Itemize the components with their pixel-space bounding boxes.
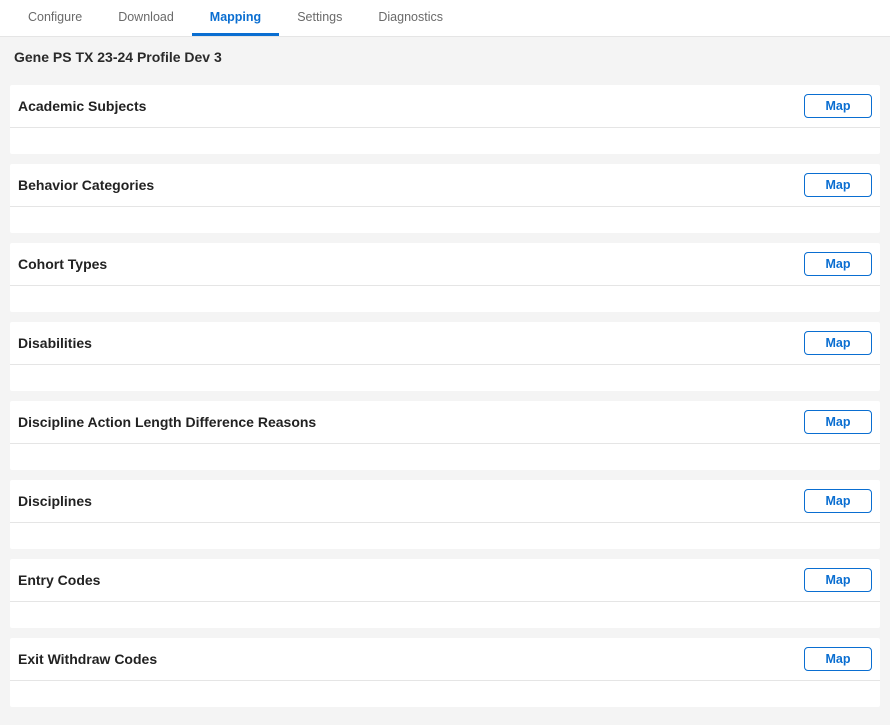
- map-button[interactable]: Map: [804, 94, 872, 118]
- section-title: Disciplines: [18, 493, 92, 509]
- section-title: Cohort Types: [18, 256, 107, 272]
- map-button[interactable]: Map: [804, 173, 872, 197]
- section-title: Disabilities: [18, 335, 92, 351]
- section-body: [10, 365, 880, 391]
- section-title: Academic Subjects: [18, 98, 146, 114]
- section-header: Disciplines Map: [10, 480, 880, 523]
- section-body: [10, 602, 880, 628]
- tab-settings[interactable]: Settings: [279, 0, 360, 36]
- section-body: [10, 523, 880, 549]
- section-body: [10, 681, 880, 707]
- section-academic-subjects: Academic Subjects Map: [10, 85, 880, 154]
- map-button[interactable]: Map: [804, 647, 872, 671]
- tab-bar: Configure Download Mapping Settings Diag…: [0, 0, 890, 37]
- section-behavior-categories: Behavior Categories Map: [10, 164, 880, 233]
- section-disabilities: Disabilities Map: [10, 322, 880, 391]
- section-title: Exit Withdraw Codes: [18, 651, 157, 667]
- section-body: [10, 444, 880, 470]
- section-entry-codes: Entry Codes Map: [10, 559, 880, 628]
- section-cohort-types: Cohort Types Map: [10, 243, 880, 312]
- map-button[interactable]: Map: [804, 568, 872, 592]
- section-header: Behavior Categories Map: [10, 164, 880, 207]
- section-title: Behavior Categories: [18, 177, 154, 193]
- tab-configure[interactable]: Configure: [10, 0, 100, 36]
- section-body: [10, 128, 880, 154]
- tab-mapping[interactable]: Mapping: [192, 0, 279, 36]
- map-button[interactable]: Map: [804, 489, 872, 513]
- profile-title: Gene PS TX 23-24 Profile Dev 3: [0, 37, 890, 77]
- map-button[interactable]: Map: [804, 410, 872, 434]
- section-body: [10, 207, 880, 233]
- tab-diagnostics[interactable]: Diagnostics: [360, 0, 461, 36]
- section-header: Cohort Types Map: [10, 243, 880, 286]
- section-body: [10, 286, 880, 312]
- section-header: Entry Codes Map: [10, 559, 880, 602]
- section-title: Entry Codes: [18, 572, 100, 588]
- section-exit-withdraw-codes: Exit Withdraw Codes Map: [10, 638, 880, 707]
- section-header: Disabilities Map: [10, 322, 880, 365]
- map-button[interactable]: Map: [804, 331, 872, 355]
- map-button[interactable]: Map: [804, 252, 872, 276]
- section-title: Discipline Action Length Difference Reas…: [18, 414, 316, 430]
- section-discipline-action-length-diff: Discipline Action Length Difference Reas…: [10, 401, 880, 470]
- section-header: Exit Withdraw Codes Map: [10, 638, 880, 681]
- mapping-content: Academic Subjects Map Behavior Categorie…: [0, 77, 890, 725]
- section-header: Discipline Action Length Difference Reas…: [10, 401, 880, 444]
- section-disciplines: Disciplines Map: [10, 480, 880, 549]
- tab-download[interactable]: Download: [100, 0, 192, 36]
- section-header: Academic Subjects Map: [10, 85, 880, 128]
